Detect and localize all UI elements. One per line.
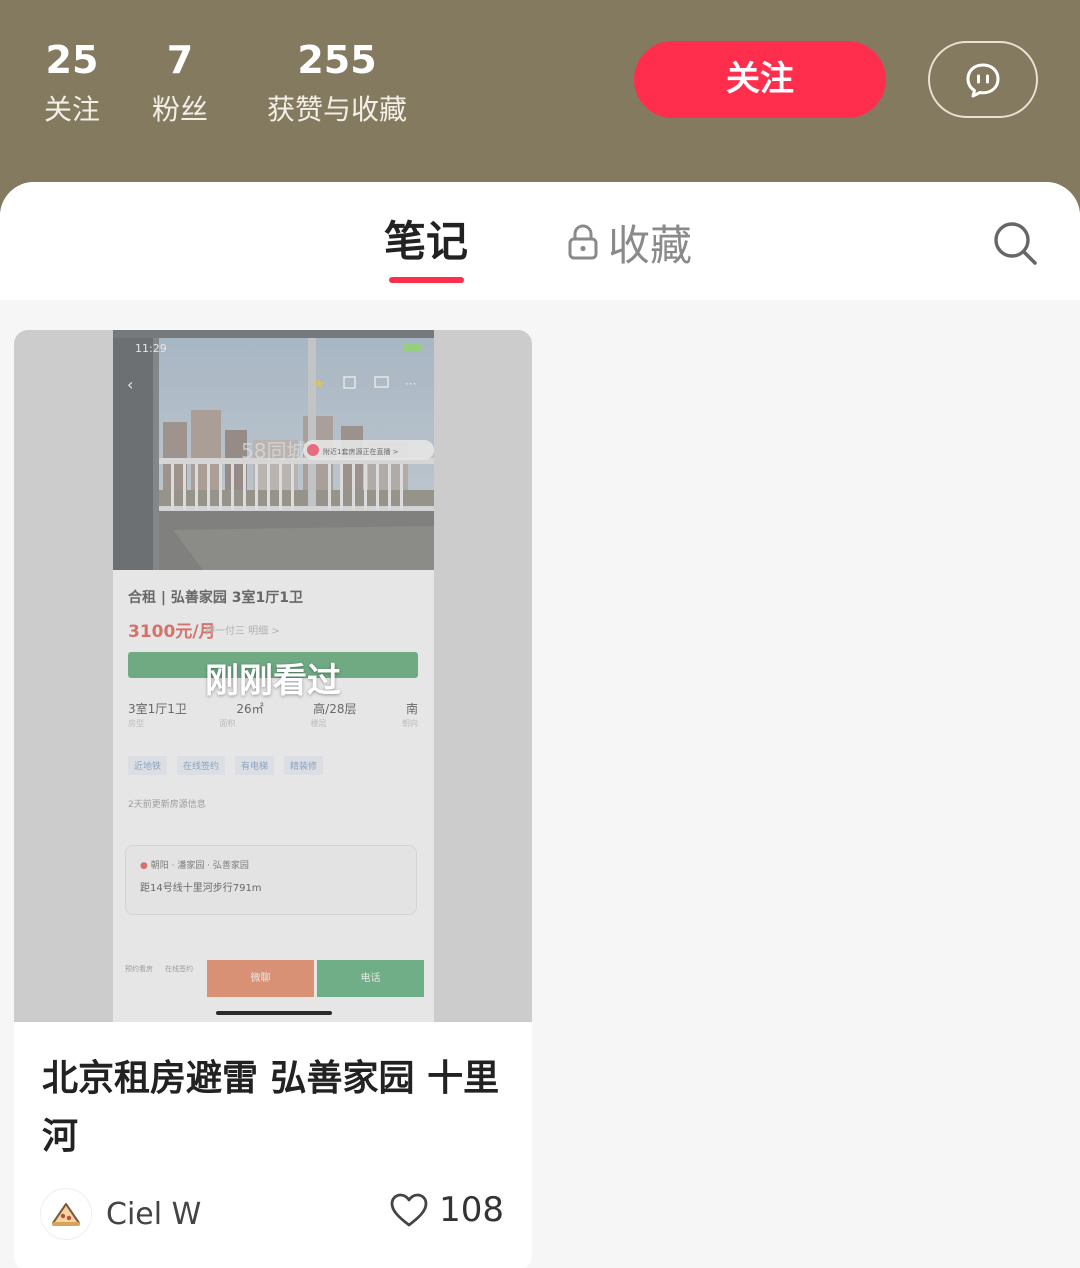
stat-fans[interactable]: 7 粉丝 <box>144 38 216 130</box>
stat-following[interactable]: 25 关注 <box>36 38 108 130</box>
fans-count: 7 <box>166 38 194 82</box>
tab-favorites-label: 收藏 <box>608 220 693 270</box>
like-button[interactable]: 108 <box>389 1190 504 1230</box>
following-count: 25 <box>45 38 99 82</box>
following-label: 关注 <box>43 93 100 126</box>
follow-button[interactable]: 关注 <box>634 41 886 118</box>
note-card[interactable]: 11:29 ‹ ★ ··· 58同城 附近1套房源正在直播 > 合租 | 弘善家… <box>14 330 532 1268</box>
heart-icon <box>390 1193 428 1227</box>
tab-favorites[interactable]: 收藏 <box>566 212 692 272</box>
note-title[interactable]: 北京租房避雷 弘善家园 十里河 <box>42 1050 512 1166</box>
message-button[interactable] <box>928 41 1038 118</box>
note-author[interactable]: Ciel W <box>40 1188 201 1240</box>
home-indicator <box>216 1011 332 1015</box>
recently-viewed-label: 刚刚看过 <box>205 661 341 701</box>
chat-bubble-icon <box>966 63 1000 97</box>
content-panel: 笔记 收藏 11:29 ‹ ★ ··· 58同城 附近1套房源正在直播 > 合租… <box>0 182 1080 1268</box>
search-icon[interactable] <box>992 220 1038 270</box>
lock-icon <box>566 222 600 262</box>
likes-favorites-label: 获赞与收藏 <box>266 93 407 126</box>
stat-likes-and-favorites[interactable]: 255 获赞与收藏 <box>252 38 422 130</box>
author-name: Ciel W <box>106 1196 202 1232</box>
active-tab-indicator <box>389 277 464 283</box>
tab-bar: 笔记 收藏 <box>0 182 1080 300</box>
fans-label: 粉丝 <box>151 93 208 126</box>
tab-notes[interactable]: 笔记 <box>376 212 476 272</box>
like-count: 108 <box>439 1190 504 1230</box>
likes-favorites-count: 255 <box>297 38 377 82</box>
avatar <box>40 1188 92 1240</box>
note-cover-image[interactable]: 11:29 ‹ ★ ··· 58同城 附近1套房源正在直播 > 合租 | 弘善家… <box>14 330 532 1022</box>
